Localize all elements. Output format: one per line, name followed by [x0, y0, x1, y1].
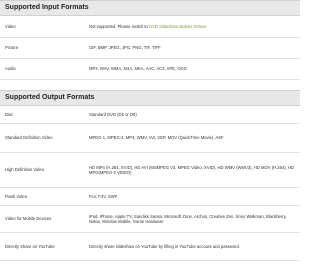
table-row: Video for Mobile Devices iPod, iPhone, A… [0, 205, 300, 233]
table-row: Flash Video FLV, F4V, SWF [0, 187, 300, 206]
row-value: Not supported. Please switch to DVD Slid… [85, 16, 300, 38]
row-value: iPod, iPhone, Apple TV, Sandisk Sansa, M… [85, 205, 300, 233]
row-label: Picture [0, 37, 85, 59]
input-formats-heading: Supported Input Formats [0, 0, 300, 16]
row-label: Video for Mobile Devices [0, 205, 85, 233]
table-row: Picture GIF, BMP, JPEG, JPG, PNG, TIF, T… [0, 37, 300, 59]
table-row: Disc Standard DVD (D5 or D9) [0, 105, 300, 124]
row-label: Directly Share on YouTube [0, 232, 85, 261]
table-row: Video Not supported. Please switch to DV… [0, 16, 300, 38]
row-label: Video [0, 16, 85, 38]
row-value-text: Not supported. Please switch to [89, 23, 150, 29]
row-value: Standard DVD (D5 or D9) [85, 105, 300, 124]
row-value: Directly share slideshow on YouTube by f… [85, 232, 300, 261]
table-row: Audio MP3, WAV, WMA, M4A, MKA, AAC, AC3,… [0, 58, 300, 80]
output-formats-heading: Supported Output Formats [0, 89, 300, 106]
table-row: High Definition Video HD MP4 (H.264, XVI… [0, 152, 300, 188]
row-value: MP3, WAV, WMA, M4A, MKA, AAC, AC3, APE, … [85, 58, 300, 80]
row-label: Audio [0, 58, 85, 80]
slideshow-builder-link[interactable]: DVD Slideshow Builder Deluxe [149, 24, 207, 29]
row-value: FLV, F4V, SWF [85, 187, 300, 206]
output-formats-table: Disc Standard DVD (D5 or D9) Standard De… [0, 105, 300, 261]
table-row: Standard Definition Video MPEG-1, MPEG-2… [0, 123, 300, 153]
row-label: High Definition Video [0, 152, 85, 188]
row-label: Standard Definition Video [0, 123, 85, 153]
formats-document: Supported Input Formats Video Not suppor… [0, 0, 300, 261]
row-value: GIF, BMP, JPEG, JPG, PNG, TIF, TIFF [85, 37, 300, 59]
row-value: MPEG-1, MPEG-2, MP4, WMV, AVI, 3GP, MOV … [85, 123, 300, 153]
row-label: Disc [0, 105, 85, 124]
input-formats-table: Video Not supported. Please switch to DV… [0, 16, 300, 80]
table-row: Directly Share on YouTube Directly share… [0, 232, 300, 261]
row-value: HD MP4 (H.264, XVID), HD AVI (MSMPEG V3,… [85, 152, 300, 188]
row-label: Flash Video [0, 187, 85, 206]
